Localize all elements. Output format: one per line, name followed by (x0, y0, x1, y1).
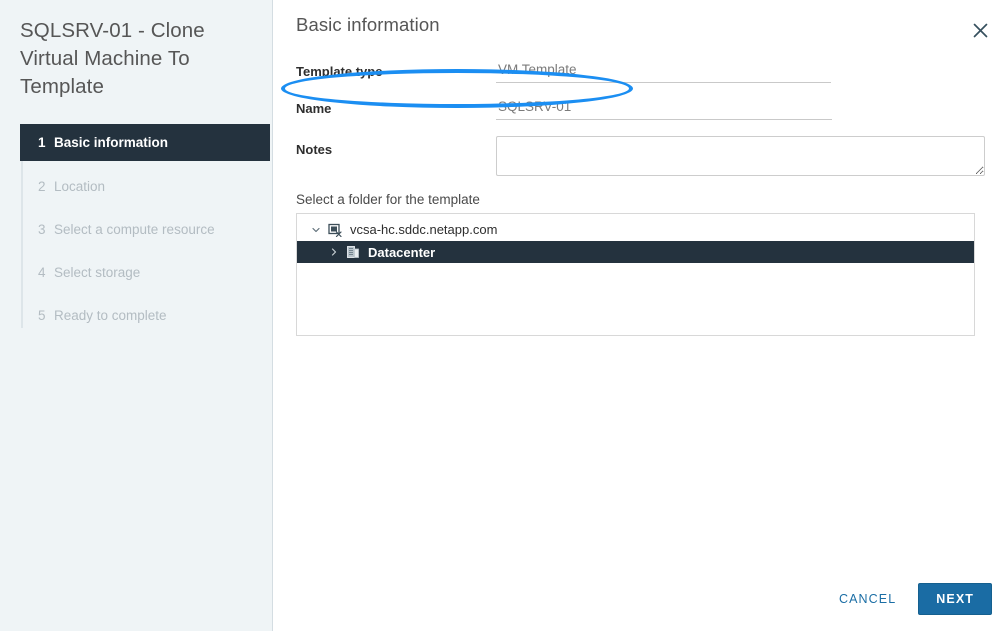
folder-tree[interactable]: vcsa-hc.sddc.netapp.com Datacenter (296, 213, 975, 336)
wizard-content: Basic information Template type VM Templ… (273, 0, 1008, 631)
step-number: 3 (38, 221, 46, 237)
clone-vm-wizard: SQLSRV-01 - Clone Virtual Machine To Tem… (0, 0, 1008, 631)
template-type-value: VM Template (496, 58, 831, 83)
tree-node-datacenter[interactable]: Datacenter (297, 241, 974, 263)
template-type-label: Template type (296, 64, 383, 79)
sidebar-step-select-compute-resource[interactable]: 3 Select a compute resource (21, 212, 272, 246)
folder-tree-label: Select a folder for the template (296, 192, 480, 207)
tree-node-label: vcsa-hc.sddc.netapp.com (350, 222, 498, 237)
step-number: 4 (38, 264, 46, 280)
chevron-right-icon[interactable] (325, 247, 343, 257)
sidebar-step-basic-information[interactable]: 1 Basic information (21, 125, 269, 160)
notes-label: Notes (296, 142, 333, 157)
wizard-title: SQLSRV-01 - Clone Virtual Machine To Tem… (20, 19, 205, 98)
vcenter-icon (325, 223, 345, 237)
step-number: 1 (38, 135, 46, 150)
sidebar-step-location[interactable]: 2 Location (21, 169, 272, 203)
step-label: Basic information (54, 135, 169, 150)
datacenter-icon (343, 245, 363, 259)
tree-node-vcenter[interactable]: vcsa-hc.sddc.netapp.com (297, 218, 974, 241)
name-row: Name (296, 95, 985, 120)
close-icon[interactable] (966, 16, 994, 44)
template-type-row: Template type VM Template (296, 58, 985, 83)
wizard-steps: 1 Basic information 2 Location 3 Select … (0, 125, 272, 332)
step-label: Ready to complete (54, 307, 167, 323)
sidebar-step-ready-to-complete[interactable]: 5 Ready to complete (21, 298, 272, 332)
chevron-down-icon[interactable] (307, 225, 325, 235)
wizard-footer: CANCEL NEXT (835, 583, 992, 615)
name-label: Name (296, 101, 332, 116)
wizard-sidebar: SQLSRV-01 - Clone Virtual Machine To Tem… (0, 0, 273, 631)
sidebar-step-select-storage[interactable]: 4 Select storage (21, 255, 272, 289)
name-input[interactable] (496, 95, 832, 120)
next-button[interactable]: NEXT (918, 583, 992, 615)
cancel-button[interactable]: CANCEL (835, 586, 900, 612)
step-number: 2 (38, 178, 46, 194)
step-number: 5 (38, 307, 46, 323)
notes-textarea[interactable] (496, 136, 985, 176)
notes-row: Notes (296, 136, 985, 176)
step-label: Location (54, 178, 106, 194)
step-label: Select a compute resource (54, 221, 215, 237)
step-label: Select storage (54, 264, 141, 280)
page-title: Basic information (296, 14, 440, 35)
tree-node-label: Datacenter (368, 244, 436, 260)
basic-information-form: Template type VM Template Name Notes Sel… (273, 36, 1008, 336)
